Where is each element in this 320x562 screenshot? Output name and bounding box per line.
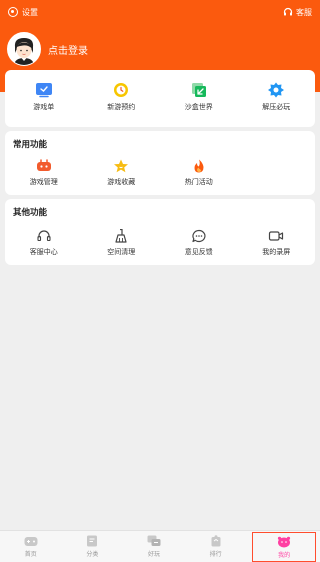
chat-bubble-icon	[192, 229, 206, 243]
default-avatar-icon	[8, 33, 40, 65]
other-item-label: 我的录屏	[262, 248, 291, 256]
ranking-icon	[211, 535, 221, 547]
nav-category[interactable]: 分类	[62, 531, 124, 562]
other-functions-card: 其他功能 客服中心 空间清理 意见反馈 我的录屏	[5, 199, 315, 265]
nav-label: 我的	[278, 551, 291, 559]
quick-item-label: 沙盒世界	[184, 103, 213, 111]
common-functions-card: 常用功能 游戏管理 游戏收藏 热门活动	[5, 131, 315, 195]
common-item-label: 游戏收藏	[107, 178, 136, 186]
common-item-empty-slot	[238, 159, 316, 187]
other-item-my-recordings[interactable]: 我的录屏	[238, 229, 316, 257]
quick-item-new-game-reservation[interactable]: 新游预约	[83, 82, 161, 112]
video-camera-icon	[269, 231, 284, 241]
clock-icon	[114, 83, 129, 97]
quick-item-label: 游戏单	[33, 103, 55, 111]
flame-icon	[194, 159, 204, 173]
nav-mine[interactable]: 我的	[252, 532, 316, 562]
quick-item-game-list[interactable]: 游戏单	[5, 82, 83, 112]
nav-label: 好玩	[147, 551, 160, 558]
quick-item-label: 新游预约	[107, 103, 136, 111]
customer-service-button[interactable]: 客服	[283, 5, 312, 19]
common-item-label: 游戏管理	[29, 178, 58, 186]
quick-item-label: 解压必玩	[262, 103, 291, 111]
star-icon	[114, 159, 129, 173]
settings-icon	[8, 7, 18, 17]
customer-service-label: 客服	[296, 7, 312, 17]
settings-button[interactable]: 设置	[8, 5, 38, 19]
headset-icon	[283, 7, 293, 16]
common-item-game-favorites[interactable]: 游戏收藏	[83, 159, 161, 187]
nav-label: 分类	[86, 551, 99, 558]
nav-label: 排行	[209, 551, 222, 558]
fun-icon	[147, 535, 161, 546]
nav-label: 首页	[24, 551, 37, 558]
other-item-feedback[interactable]: 意见反馈	[160, 229, 238, 257]
gamepad-icon	[24, 537, 38, 546]
nav-fun[interactable]: 好玩	[123, 531, 185, 562]
profile-face-icon	[278, 536, 291, 547]
headset-icon	[37, 230, 51, 242]
gear-icon	[268, 82, 285, 98]
other-item-label: 空间清理	[107, 248, 136, 256]
other-item-customer-service-center[interactable]: 客服中心	[5, 229, 83, 257]
quick-item-stress-relief[interactable]: 解压必玩	[238, 82, 316, 112]
login-entry[interactable]: 点击登录	[7, 32, 88, 66]
section-title: 常用功能	[13, 140, 48, 150]
other-item-label: 意见反馈	[184, 248, 213, 256]
login-prompt[interactable]: 点击登录	[48, 42, 88, 57]
sandbox-icon	[191, 83, 206, 97]
game-list-icon	[35, 83, 52, 98]
common-item-game-management[interactable]: 游戏管理	[5, 159, 83, 187]
broom-icon	[115, 229, 127, 243]
nav-ranking[interactable]: 排行	[185, 531, 247, 562]
common-item-hot-events[interactable]: 热门活动	[160, 159, 238, 187]
category-icon	[87, 535, 98, 547]
nav-home[interactable]: 首页	[0, 531, 62, 562]
avatar[interactable]	[7, 32, 41, 66]
gamepad-icon	[36, 159, 51, 171]
quick-access-card: 游戏单 新游预约 沙盒世界 解压必玩	[5, 70, 315, 127]
other-item-space-cleanup[interactable]: 空间清理	[83, 229, 161, 257]
section-title: 其他功能	[13, 208, 48, 218]
quick-item-sandbox-world[interactable]: 沙盒世界	[160, 82, 238, 112]
common-item-label: 热门活动	[184, 178, 213, 186]
settings-label: 设置	[22, 7, 38, 17]
other-item-label: 客服中心	[29, 248, 58, 256]
bottom-navigation: 首页 分类 好玩 排行 我的	[0, 530, 320, 562]
